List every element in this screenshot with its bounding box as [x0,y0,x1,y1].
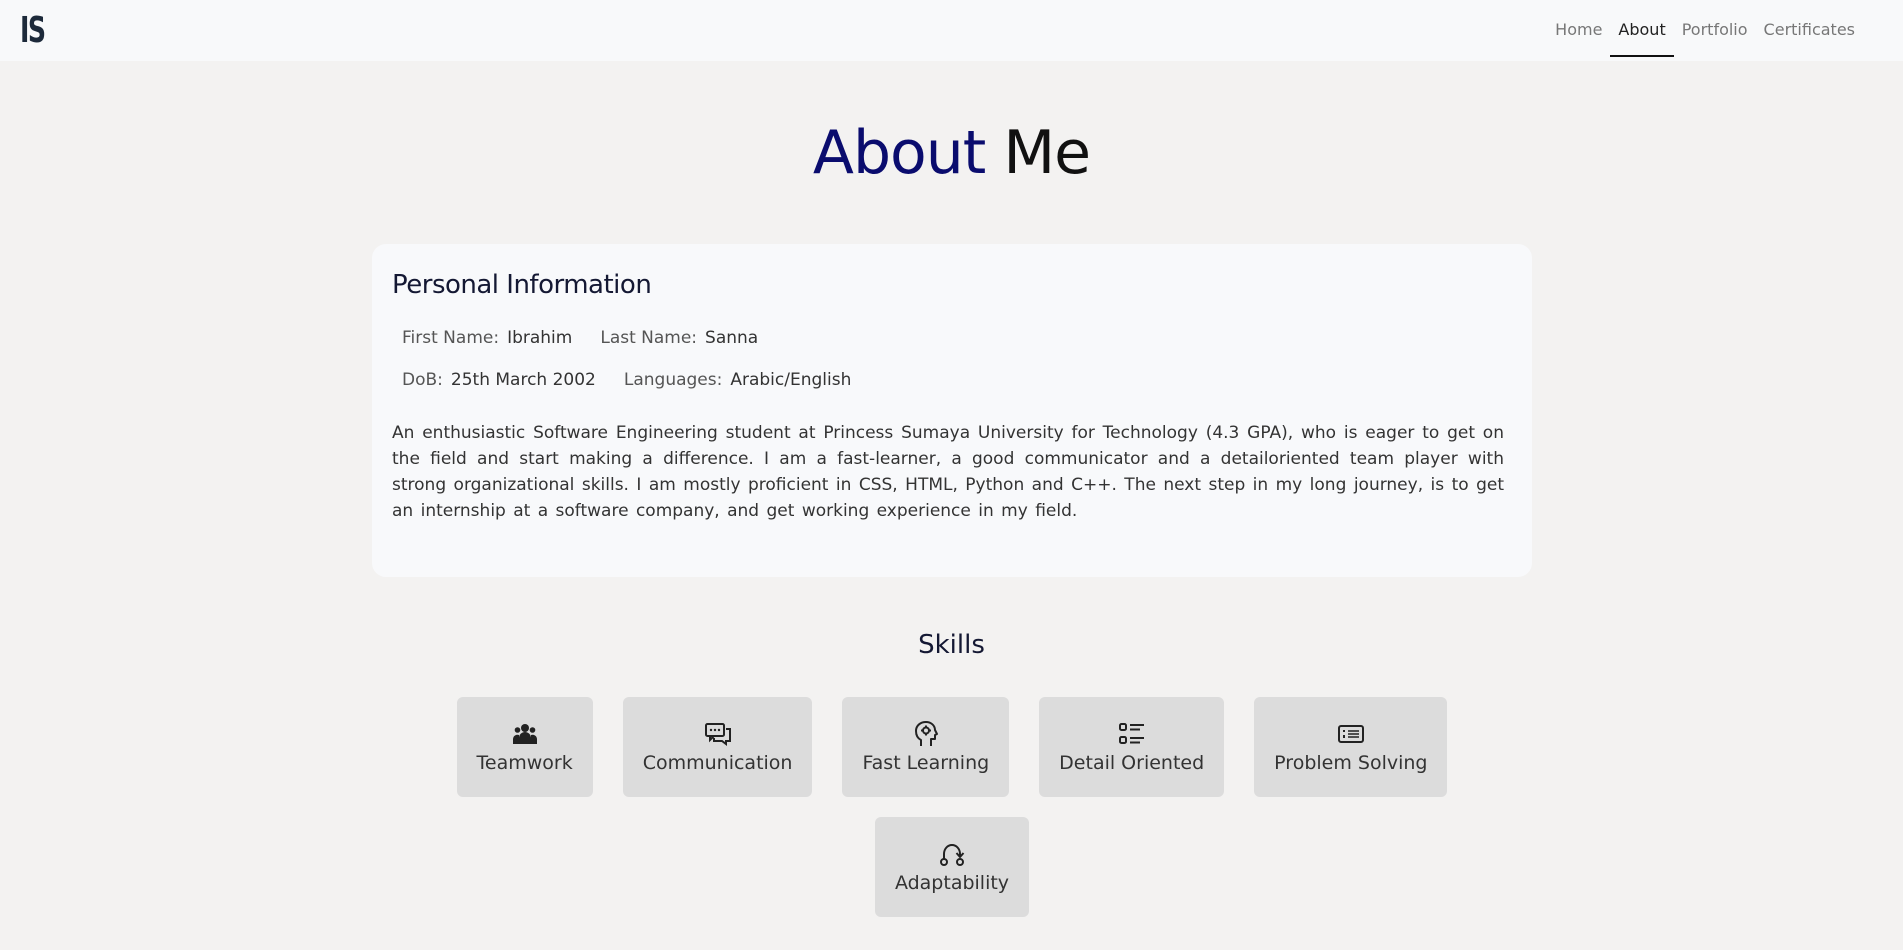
skill-label: Problem Solving [1274,752,1428,774]
skill-label: Teamwork [476,752,573,774]
dob-value: 25th March 2002 [450,370,596,390]
personal-info-heading: Personal Information [392,270,652,300]
nav-certificates[interactable]: Certificates [1756,5,1863,57]
logo[interactable]: IS [20,10,46,51]
last-name-field: Last Name: Sanna [600,328,758,348]
dob-field: DoB: 25th March 2002 [402,370,596,390]
page-title: About Me [0,118,1903,188]
nav-links: Home About Portfolio Certificates [1547,0,1863,61]
languages-value: Arabic/English [730,370,852,390]
skill-detail-oriented: Detail Oriented [1039,697,1225,797]
languages-label: Languages: [623,370,723,390]
last-name-label: Last Name: [600,328,698,348]
bio-text: An enthusiastic Software Engineering stu… [392,423,1504,521]
languages-field: Languages: Arabic/English [624,370,852,390]
skills-list: Teamwork Communication Fast Learning Det… [452,697,1452,917]
card-list-icon [1337,725,1364,743]
nav-home[interactable]: Home [1547,5,1610,57]
personal-info-card: Personal Information First Name: Ibrahim… [372,244,1532,577]
name-row: First Name: Ibrahim Last Name: Sanna [392,328,1512,348]
nav-about[interactable]: About [1610,5,1674,57]
navbar: IS Home About Portfolio Certificates [0,0,1903,61]
skill-problem-solving: Problem Solving [1254,697,1448,797]
list-icon [1118,723,1144,744]
skill-label: Fast Learning [862,752,990,774]
skill-label: Communication [642,752,793,774]
skill-fast-learning: Fast Learning [842,697,1010,797]
skills-heading: Skills [918,630,985,660]
first-name-label: First Name: [402,328,500,348]
first-name-value: Ibrahim [507,328,573,348]
nav-portfolio[interactable]: Portfolio [1674,5,1756,57]
head-gear-icon [914,721,938,746]
page-title-me: Me [985,118,1091,188]
skill-label: Adaptability [894,872,1010,894]
skill-communication: Communication [622,697,813,797]
dob-label: DoB: [402,370,443,390]
last-name-value: Sanna [705,328,759,348]
dob-row: DoB: 25th March 2002 Languages: Arabic/E… [392,370,1512,390]
chat-icon [704,723,731,746]
page-title-about: About [812,118,986,188]
first-name-field: First Name: Ibrahim [402,328,572,348]
skill-adaptability: Adaptability [874,817,1030,917]
people-icon [512,724,537,744]
route-icon [940,843,965,866]
skill-teamwork: Teamwork [456,697,593,797]
skill-label: Detail Oriented [1059,752,1205,774]
